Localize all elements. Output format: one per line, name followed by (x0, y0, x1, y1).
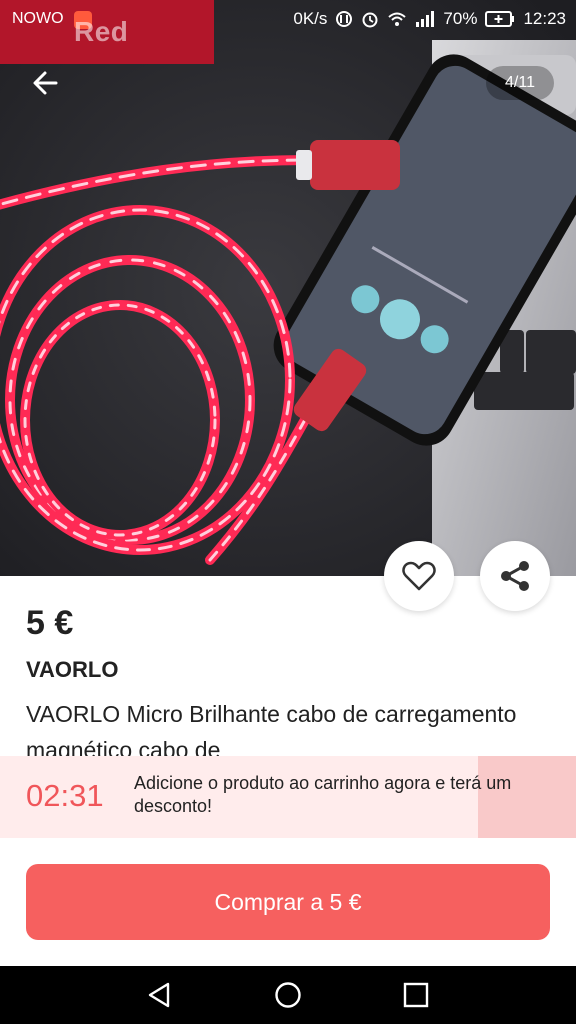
nav-back-icon[interactable] (144, 980, 174, 1010)
battery-percent: 70% (443, 9, 478, 28)
share-icon (501, 561, 529, 591)
favorite-button[interactable] (384, 541, 454, 611)
system-nav-bar (0, 966, 576, 1024)
heart-icon (402, 561, 436, 591)
battery-icon (485, 11, 515, 27)
back-button[interactable] (26, 64, 66, 104)
wifi-icon (388, 12, 407, 26)
nav-home-icon[interactable] (273, 980, 303, 1010)
countdown-timer: 02:31 (26, 778, 104, 813)
carrier-label: NOWO (12, 10, 64, 27)
discount-message: Adicione o produto ao carrinho agora e t… (134, 773, 512, 816)
product-price: 5 € (26, 604, 74, 642)
product-title: VAORLO Micro Brilhante cabo de carregame… (26, 701, 517, 760)
network-speed: 0K/s (293, 9, 328, 28)
discount-banner: 02:31 Adicione o produto ao carrinho ago… (0, 756, 576, 838)
alarm-icon (362, 12, 378, 28)
app-badge-label: Red (74, 16, 129, 47)
arrow-left-icon (33, 71, 58, 95)
product-brand: VAORLO (26, 657, 119, 682)
nav-recents-icon[interactable] (401, 980, 431, 1010)
signal-icon (416, 11, 435, 27)
share-button[interactable] (480, 541, 550, 611)
clock: 12:23 (523, 9, 566, 28)
data-saver-icon (336, 11, 353, 27)
image-counter: 4/11 (486, 66, 554, 100)
status-bar: NOWO Red 0K/s 70% 12:23 (0, 0, 576, 64)
buy-button[interactable]: Comprar a 5 € (26, 864, 550, 940)
status-bar-indicators: 0K/s 70% 12:23 (293, 9, 566, 29)
